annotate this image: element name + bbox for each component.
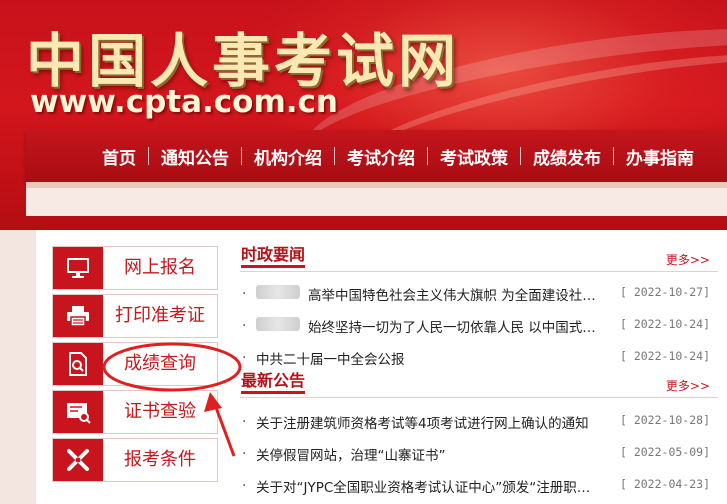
document-search-icon <box>53 343 103 385</box>
news-row: · 高举中国特色社会主义伟大旗帜 为全面建设社… [ 2022-10-27] <box>240 278 718 308</box>
bullet-icon: · <box>242 318 247 334</box>
notice-link[interactable]: 关于对“JYPC全国职业资格考试认证中心”颁发“注册职… <box>256 476 590 496</box>
notice-link[interactable]: 关于注册建筑师资格考试等4项考试进行网上确认的通知 <box>256 412 589 432</box>
nav-item-results[interactable]: 成绩发布 <box>521 144 613 169</box>
notice-date: [ 2022-05-09] <box>619 445 710 459</box>
news-link[interactable]: 中共二十届一中全会公报 <box>256 348 405 368</box>
quick-link-label: 证书查验 <box>124 401 196 422</box>
bullet-icon: · <box>242 414 247 430</box>
quick-link-label: 打印准考证 <box>115 305 205 326</box>
nav-item-about[interactable]: 机构介绍 <box>242 144 334 169</box>
notice-row: · 关于对“JYPC全国职业资格考试认证中心”颁发“注册职… [ 2022-04… <box>240 470 718 500</box>
certificate-check-icon <box>53 391 103 433</box>
quick-link-label: 成绩查询 <box>124 353 196 374</box>
news-date: [ 2022-10-24] <box>619 317 710 331</box>
more-link[interactable]: 更多>> <box>666 251 710 268</box>
nav-item-exam-intro[interactable]: 考试介绍 <box>335 144 427 169</box>
news-date: [ 2022-10-27] <box>619 285 710 299</box>
news-link[interactable]: 始终坚持一切为了人民一切依靠人民 以中国式… <box>308 316 596 336</box>
quick-link-label: 报考条件 <box>124 449 196 470</box>
section-title: 时政要闻 <box>241 241 306 268</box>
news-row: · 始终坚持一切为了人民一切依靠人民 以中国式… [ 2022-10-24] <box>240 310 718 340</box>
notice-row: · 关于注册建筑师资格考试等4项考试进行网上确认的通知 [ 2022-10-28… <box>240 406 718 436</box>
quick-link-label: 网上报名 <box>124 257 196 278</box>
bullet-icon: · <box>242 350 247 366</box>
site-url: www.cpta.com.cn <box>30 84 338 120</box>
quick-link-print-ticket[interactable]: 打印准考证 <box>52 294 218 338</box>
news-date: [ 2022-10-24] <box>619 349 710 363</box>
nav-subbar <box>26 182 727 216</box>
quick-link-online-registration[interactable]: 网上报名 <box>52 246 218 290</box>
notice-date: [ 2022-04-23] <box>619 477 710 491</box>
bullet-icon: · <box>242 286 247 302</box>
nav-item-guide[interactable]: 办事指南 <box>614 144 706 169</box>
section-header-notices: 最新公告 更多>> <box>240 371 718 398</box>
monitor-icon <box>53 247 103 289</box>
more-link[interactable]: 更多>> <box>666 377 710 394</box>
notice-row: · 关停假冒网站，治理“山寨证书” [ 2022-05-09] <box>240 438 718 468</box>
printer-icon <box>53 295 103 337</box>
quick-link-certificate-check[interactable]: 证书查验 <box>52 390 218 434</box>
news-link[interactable]: 高举中国特色社会主义伟大旗帜 为全面建设社… <box>308 284 596 304</box>
redacted-text <box>256 285 300 299</box>
notice-date: [ 2022-10-28] <box>619 413 710 427</box>
main-nav: 首页 通知公告 机构介绍 考试介绍 考试政策 成绩发布 办事指南 <box>26 130 727 182</box>
bullet-icon: · <box>242 478 247 494</box>
section-title: 最新公告 <box>241 367 306 394</box>
quick-link-score-query[interactable]: 成绩查询 <box>52 342 218 386</box>
news-row: · 中共二十届一中全会公报 [ 2022-10-24] <box>240 342 718 372</box>
tools-icon <box>53 439 103 481</box>
nav-item-exam-policy[interactable]: 考试政策 <box>428 144 520 169</box>
redacted-text <box>256 317 300 331</box>
section-header-politics: 时政要闻 更多>> <box>240 245 718 272</box>
nav-item-notices[interactable]: 通知公告 <box>149 144 241 169</box>
main-content: 网上报名 打印准考证 成绩查询 证书查验 报考条件 时政要闻 更多>> · 高举… <box>36 230 727 504</box>
bullet-icon: · <box>242 446 247 462</box>
nav-item-home[interactable]: 首页 <box>90 144 148 169</box>
notice-link[interactable]: 关停假冒网站，治理“山寨证书” <box>256 444 446 464</box>
quick-link-application-conditions[interactable]: 报考条件 <box>52 438 218 482</box>
